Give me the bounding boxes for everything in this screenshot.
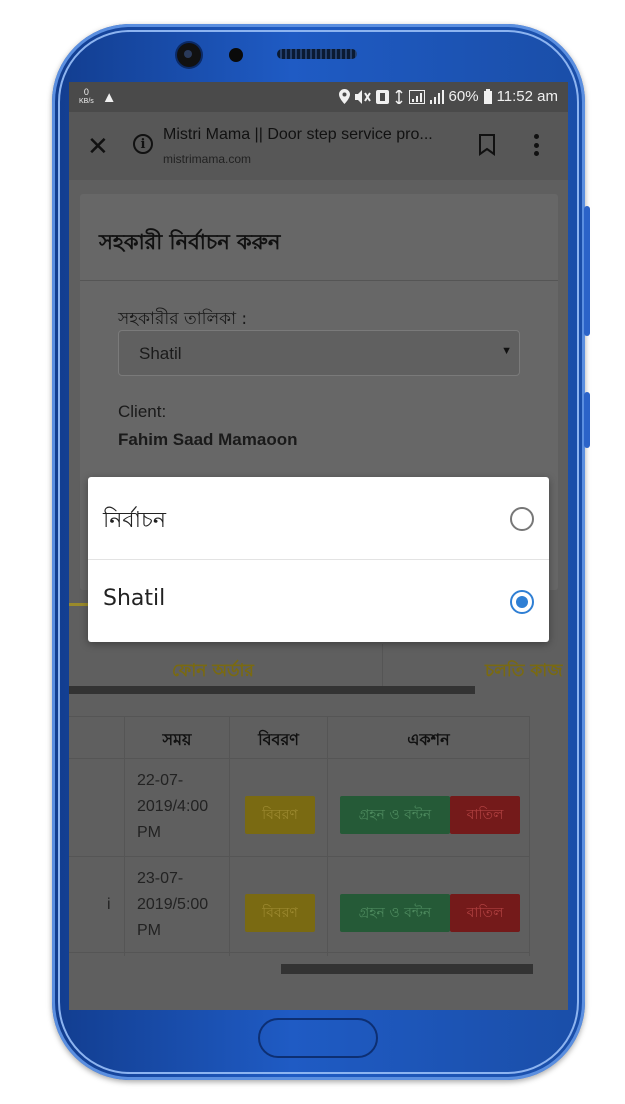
more-menu-icon[interactable] xyxy=(534,134,540,156)
volte-icon xyxy=(395,89,403,104)
modal-title: সহকারী নির্বাচন করুন xyxy=(99,230,281,254)
option-none[interactable]: নির্বাচন xyxy=(88,477,549,560)
row-time: 22-07- 2019/4:00 PM xyxy=(137,768,208,846)
power-button xyxy=(584,392,590,448)
clock: 11:52 am xyxy=(496,88,558,105)
column-header-time: সময় xyxy=(162,730,192,749)
battery-percent: 60% xyxy=(448,88,479,105)
row-time-line: 2019/4:00 xyxy=(137,798,209,815)
details-button[interactable]: বিবরণ xyxy=(245,796,315,834)
option-label: নির্বাচন xyxy=(103,508,167,533)
page-title: Mistri Mama || Door step service pro... xyxy=(163,126,433,143)
location-icon xyxy=(338,89,350,104)
proximity-sensor xyxy=(229,48,243,62)
signal-icon-2 xyxy=(429,89,444,104)
column-header-details: বিবরণ xyxy=(258,730,299,749)
cancel-button[interactable]: বাতিল xyxy=(450,796,520,834)
home-button[interactable] xyxy=(258,1018,378,1058)
row-time-line: PM xyxy=(137,824,161,841)
assistant-select-value: Shatil xyxy=(139,344,182,363)
horizontal-scrollbar[interactable] xyxy=(281,964,533,974)
notification-icon xyxy=(375,89,389,104)
mute-icon xyxy=(354,89,371,104)
warning-icon: ▲ xyxy=(101,88,117,106)
volume-button xyxy=(584,206,590,336)
page-domain: mistrimama.com xyxy=(163,152,252,166)
row-time-line: 23-07- xyxy=(137,870,184,887)
row-time-line: 22-07- xyxy=(137,772,184,789)
net-speed-unit: KB/s xyxy=(79,98,94,105)
client-label: Client: xyxy=(118,402,167,421)
status-bar: 0 KB/s ▲ 60% 11:52 am xyxy=(69,82,568,112)
row-time: 23-07- 2019/5:00 PM xyxy=(137,866,208,944)
radio-unselected[interactable] xyxy=(510,507,534,531)
modal-divider xyxy=(80,280,558,281)
tab-current-work-label: চলতি কাজ xyxy=(485,661,563,681)
front-camera xyxy=(177,43,201,67)
bookmark-icon[interactable] xyxy=(479,134,495,156)
tab-phone-order-label: ফোন অর্ডার xyxy=(172,661,254,681)
client-name: Fahim Saad Mamaoon xyxy=(118,430,298,449)
row-lead: i xyxy=(107,896,111,913)
option-shatil[interactable]: Shatil xyxy=(88,560,549,642)
column-header-action: একশন xyxy=(407,730,450,749)
earpiece-speaker xyxy=(277,49,357,59)
tab-indicator xyxy=(69,686,475,694)
signal-icon xyxy=(408,89,425,104)
row-time-line: PM xyxy=(137,922,161,939)
assistant-select[interactable]: Shatil ▼ xyxy=(118,330,520,376)
row-time-line: 2019/5:00 xyxy=(137,896,209,913)
accept-assign-button[interactable]: গ্রহন ও বন্টন xyxy=(340,796,450,834)
select-options-dialog: নির্বাচন Shatil xyxy=(88,477,549,642)
net-speed-indicator: 0 KB/s xyxy=(79,88,94,106)
chevron-down-icon: ▼ xyxy=(501,345,512,357)
battery-icon xyxy=(483,89,492,104)
net-speed-value: 0 xyxy=(83,87,89,97)
close-icon[interactable]: ✕ xyxy=(87,133,109,159)
radio-selected[interactable] xyxy=(510,590,534,614)
browser-toolbar: ✕ i Mistri Mama || Door step service pro… xyxy=(69,112,568,180)
accept-assign-button[interactable]: গ্রহন ও বন্টন xyxy=(340,894,450,932)
cancel-button[interactable]: বাতিল xyxy=(450,894,520,932)
info-icon[interactable]: i xyxy=(133,134,153,154)
details-button[interactable]: বিবরণ xyxy=(245,894,315,932)
option-label: Shatil xyxy=(103,586,166,611)
